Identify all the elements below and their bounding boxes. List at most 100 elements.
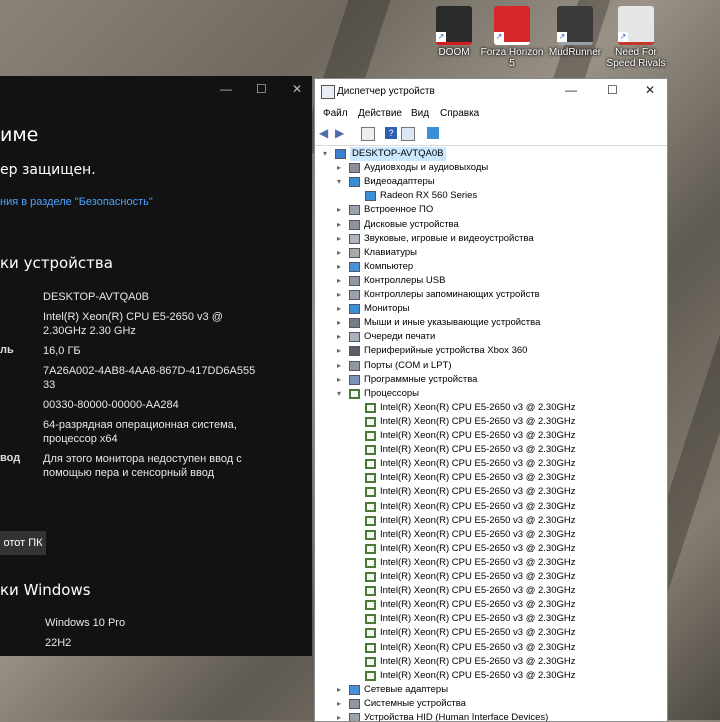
display-adapter-icon: [365, 191, 376, 202]
shortcut-arrow-icon: ↗: [436, 32, 446, 42]
tree-item-label: Дисковые устройства: [364, 218, 459, 230]
sound-icon: [349, 233, 360, 244]
chevron-right-icon[interactable]: ▸: [337, 302, 347, 316]
tree-item-label: Intel(R) Xeon(R) CPU E5-2650 v3 @ 2.30GH…: [380, 500, 576, 512]
desktop-icon[interactable]: ↗ Need For Speed Rivals: [604, 6, 668, 69]
forward-icon[interactable]: ▶: [335, 127, 347, 139]
close-icon[interactable]: ✕: [292, 82, 302, 96]
tree-item-label: Intel(R) Xeon(R) CPU E5-2650 v3 @ 2.30GH…: [380, 415, 576, 427]
shortcut-arrow-icon: ↗: [618, 32, 628, 42]
chevron-right-icon[interactable]: ▸: [337, 697, 347, 711]
desktop-icon-label: MudRunner: [548, 47, 602, 58]
desktop-icon[interactable]: ↗ Forza Horizon 5: [480, 6, 544, 69]
chevron-down-icon[interactable]: ▾: [337, 387, 347, 401]
chevron-right-icon[interactable]: ▸: [337, 373, 347, 387]
spec-device-name: DESKTOP-AVTQA0B: [43, 291, 149, 303]
tree-item-label: Intel(R) Xeon(R) CPU E5-2650 v3 @ 2.30GH…: [380, 556, 576, 568]
spec-ram: 16,0 ГБ: [43, 345, 81, 357]
tree-item-label: Radeon RX 560 Series: [380, 190, 478, 202]
back-icon[interactable]: ◀: [319, 127, 331, 139]
processor-icon: [365, 557, 376, 568]
security-link[interactable]: ния в разделе "Безопасность": [0, 196, 153, 208]
chevron-right-icon[interactable]: ▸: [337, 203, 347, 217]
tree-item-label: Intel(R) Xeon(R) CPU E5-2650 v3 @ 2.30GH…: [380, 528, 576, 540]
tree-item-label: Программные устройства: [364, 373, 478, 385]
processor-icon: [349, 388, 360, 399]
tree-item-label: Сетевые адаптеры: [364, 683, 449, 695]
chevron-right-icon[interactable]: ▸: [337, 711, 347, 721]
chevron-right-icon[interactable]: ▸: [337, 359, 347, 373]
properties-icon[interactable]: [361, 127, 375, 141]
device-specs-heading: ки устройства: [0, 254, 113, 272]
processor-icon: [365, 515, 376, 526]
chevron-right-icon[interactable]: ▸: [337, 288, 347, 302]
chevron-right-icon[interactable]: ▸: [337, 218, 347, 232]
processor-icon: [365, 628, 376, 639]
chevron-right-icon[interactable]: ▸: [337, 274, 347, 288]
spec-device-id: 7A26A002-4AB8-4AA8-867D-417DD6A555 33: [43, 365, 256, 391]
game-icon: ↗: [557, 6, 593, 45]
chevron-right-icon[interactable]: ▸: [337, 246, 347, 260]
tree-item-label: Intel(R) Xeon(R) CPU E5-2650 v3 @ 2.30GH…: [380, 542, 576, 554]
close-icon[interactable]: ✕: [645, 83, 655, 97]
tree-item-label: Системные устройства: [364, 697, 466, 709]
maximize-icon[interactable]: ☐: [256, 82, 267, 96]
chevron-down-icon[interactable]: ▾: [337, 175, 347, 189]
tree-item-label: Intel(R) Xeon(R) CPU E5-2650 v3 @ 2.30GH…: [380, 669, 576, 681]
tree-item-label: Аудиовходы и аудиовыходы: [364, 162, 489, 174]
chevron-down-icon[interactable]: ▾: [323, 147, 333, 161]
processor-icon: [365, 642, 376, 653]
gamepad-icon: [349, 346, 360, 357]
processor-icon: [365, 600, 376, 611]
tree-item-label: Очереди печати: [364, 331, 436, 343]
menu-help[interactable]: Справка: [440, 108, 479, 119]
menu-file[interactable]: Файл: [323, 108, 348, 119]
desktop-icon[interactable]: ↗ MudRunner: [543, 6, 607, 58]
chevron-right-icon[interactable]: ▸: [337, 161, 347, 175]
processor-icon: [365, 416, 376, 427]
processor-icon: [365, 529, 376, 540]
menu-action[interactable]: Действие: [358, 108, 402, 119]
scan-monitor-icon[interactable]: [427, 127, 439, 139]
tree-item-label: Intel(R) Xeon(R) CPU E5-2650 v3 @ 2.30GH…: [380, 486, 576, 498]
spec-version: 22H2: [45, 637, 72, 649]
processor-icon: [365, 656, 376, 667]
spec-label-pen: вод: [0, 452, 21, 464]
chevron-right-icon[interactable]: ▸: [337, 344, 347, 358]
chevron-right-icon[interactable]: ▸: [337, 330, 347, 344]
chevron-right-icon[interactable]: ▸: [337, 260, 347, 274]
tree-item-label: Intel(R) Xeon(R) CPU E5-2650 v3 @ 2.30GH…: [380, 641, 576, 653]
tree-item-label: Мониторы: [364, 303, 410, 315]
shortcut-arrow-icon: ↗: [494, 32, 504, 42]
device-manager-icon: [321, 85, 335, 99]
shortcut-arrow-icon: ↗: [557, 32, 567, 42]
minimize-icon[interactable]: —: [565, 83, 577, 97]
chevron-right-icon[interactable]: ▸: [337, 683, 347, 697]
protection-status: ер защищен.: [0, 162, 96, 178]
game-icon: ↗: [618, 6, 654, 45]
processor-icon: [365, 487, 376, 498]
desktop-icon[interactable]: ↗ DOOM: [422, 6, 486, 58]
rename-pc-button[interactable]: отот ПК: [0, 531, 46, 555]
maximize-icon[interactable]: ☐: [607, 83, 618, 97]
tree-item-label: Видеоадаптеры: [364, 176, 435, 188]
help-icon[interactable]: ?: [385, 127, 397, 139]
monitor-icon: [349, 304, 360, 315]
menu-view[interactable]: Вид: [411, 108, 429, 119]
mouse-icon: [349, 318, 360, 329]
tree-item-label: Intel(R) Xeon(R) CPU E5-2650 v3 @ 2.30GH…: [380, 401, 576, 413]
software-icon: [349, 374, 360, 385]
tree-item-label: Intel(R) Xeon(R) CPU E5-2650 v3 @ 2.30GH…: [380, 458, 576, 470]
printer-icon: [349, 332, 360, 343]
grid-icon[interactable]: [401, 127, 415, 141]
chevron-right-icon[interactable]: ▸: [337, 232, 347, 246]
spec-product-id: 00330-80000-00000-AA284: [43, 399, 179, 411]
window-title: Диспетчер устройств: [337, 86, 435, 97]
minimize-icon[interactable]: —: [220, 82, 232, 96]
game-icon: ↗: [494, 6, 530, 45]
chevron-right-icon[interactable]: ▸: [337, 316, 347, 330]
processor-icon: [365, 402, 376, 413]
tree-item-label: Intel(R) Xeon(R) CPU E5-2650 v3 @ 2.30GH…: [380, 514, 576, 526]
processor-icon: [365, 586, 376, 597]
tree-item-label: Компьютер: [364, 260, 414, 272]
